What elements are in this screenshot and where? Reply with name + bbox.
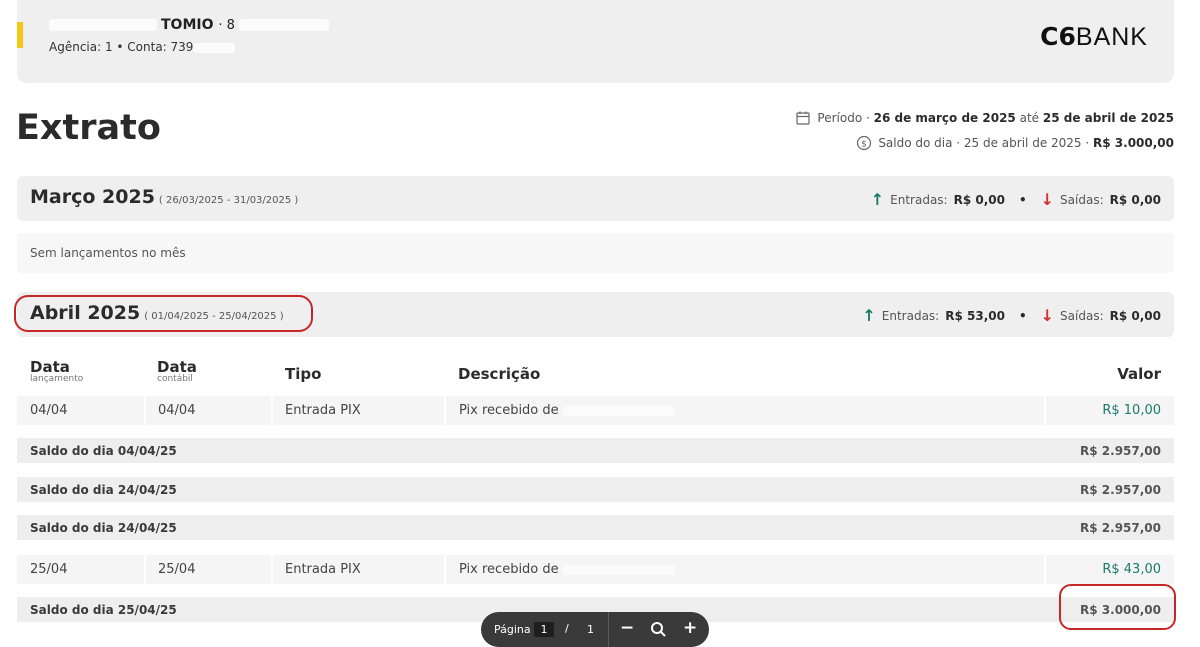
table-row: 04/04 04/04 Entrada PIX Pix recebido de …	[17, 396, 1174, 425]
column-divider	[144, 555, 146, 584]
redacted-area	[193, 42, 236, 53]
cell-tipo: Entrada PIX	[285, 403, 361, 418]
redacted-area	[49, 19, 157, 31]
cell-data-lancamento: 25/04	[30, 562, 68, 577]
pdf-page-toolbar: Página 1 / 1 − +	[481, 612, 709, 647]
column-header-tipo: Tipo	[285, 365, 322, 383]
column-header-data-contabil: Data contábil	[157, 358, 197, 384]
logo-bank: BANK	[1075, 23, 1148, 51]
c6-bank-logo: C6BANK	[1040, 22, 1148, 52]
coin-icon: $	[857, 135, 872, 151]
arrow-down-icon: ↓	[1040, 190, 1055, 209]
period-end: 25 de abril de 2025	[1042, 111, 1174, 125]
cell-valor: R$ 10,00	[1102, 403, 1161, 418]
table-row: 25/04 25/04 Entrada PIX Pix recebido de …	[17, 555, 1174, 584]
redacted-area	[238, 19, 329, 31]
balance-value: R$ 2.957,00	[1080, 444, 1161, 458]
period-start: 26 de março de 2025	[873, 111, 1016, 125]
account-info-text: Agência: 1 • Conta: 739	[49, 40, 194, 54]
svg-text:$: $	[861, 140, 867, 150]
page-separator: /	[565, 622, 569, 635]
balance-value: R$ 2.957,00	[1080, 521, 1161, 535]
zoom-in-button[interactable]: +	[683, 618, 697, 638]
entradas-value: R$ 0,00	[953, 192, 1005, 207]
balance-label: Saldo do dia 04/04/25	[30, 444, 177, 458]
saidas-value: R$ 0,00	[1109, 192, 1161, 207]
month-title: Março 2025( 26/03/2025 - 31/03/2025 )	[30, 186, 298, 208]
period-info: Período · 26 de março de 2025 até 25 de …	[795, 110, 1174, 126]
column-divider	[271, 396, 273, 425]
cell-tipo: Entrada PIX	[285, 562, 361, 577]
redacted-area	[562, 405, 675, 416]
descricao-text: Pix recebido de	[459, 403, 559, 418]
empty-month-row: Sem lançamentos no mês	[17, 233, 1174, 273]
column-divider	[444, 396, 446, 425]
column-divider	[444, 555, 446, 584]
daily-balance-row: Saldo do dia 04/04/25 R$ 2.957,00	[17, 438, 1174, 463]
account-holder-name: TOMIO · 8	[49, 17, 329, 33]
accent-bar	[17, 22, 23, 48]
page-title: Extrato	[16, 108, 161, 148]
redacted-area	[562, 564, 675, 575]
header-subtext: lançamento	[30, 374, 84, 384]
cell-descricao: Pix recebido de	[459, 403, 675, 418]
calendar-icon	[796, 111, 811, 125]
account-header: TOMIO · 8 Agência: 1 • Conta: 739 C6BANK	[17, 0, 1174, 83]
account-info: Agência: 1 • Conta: 739	[49, 40, 236, 54]
header-subtext: contábil	[157, 374, 193, 384]
zoom-out-button[interactable]: −	[620, 618, 634, 638]
balance-label: Saldo do dia 25/04/25	[30, 603, 177, 617]
annotation-circle	[1059, 584, 1176, 630]
annotation-circle	[14, 295, 313, 332]
cell-descricao: Pix recebido de	[459, 562, 675, 577]
month-name: Março 2025	[30, 186, 155, 208]
daily-balance-value: R$ 3.000,00	[1093, 136, 1174, 150]
separator-dot: •	[1018, 308, 1027, 323]
column-header-valor: Valor	[1117, 365, 1161, 383]
balance-label: Saldo do dia 24/04/25	[30, 483, 177, 497]
saidas-label: Saídas:	[1060, 308, 1104, 323]
zoom-search-icon[interactable]	[650, 621, 667, 638]
descricao-text: Pix recebido de	[459, 562, 559, 577]
arrow-up-icon: ↑	[862, 306, 876, 325]
holder-name-suffix: · 8	[218, 18, 235, 33]
saidas-value: R$ 0,00	[1109, 308, 1161, 323]
period-prefix: Período ·	[817, 111, 870, 125]
daily-balance-prefix: Saldo do dia · 25 de abril de 2025 ·	[878, 136, 1090, 150]
column-divider	[144, 396, 146, 425]
page-number-input[interactable]: 1	[534, 622, 554, 637]
column-divider	[271, 555, 273, 584]
cell-data-lancamento: 04/04	[30, 403, 68, 418]
saidas-label: Saídas:	[1060, 192, 1104, 207]
cell-data-contabil: 25/04	[158, 562, 196, 577]
holder-name-text: TOMIO	[161, 17, 214, 33]
logo-c6: C6	[1040, 22, 1076, 51]
page-label: Página	[494, 623, 531, 636]
daily-balance-row: Saldo do dia 24/04/25 R$ 2.957,00	[17, 477, 1174, 502]
daily-balance-row: Saldo do dia 24/04/25 R$ 2.957,00	[17, 515, 1174, 540]
arrow-down-icon: ↓	[1040, 306, 1055, 325]
balance-value: R$ 2.957,00	[1080, 483, 1161, 497]
entradas-value: R$ 53,00	[945, 308, 1005, 323]
cell-valor: R$ 43,00	[1102, 562, 1161, 577]
separator-dot: •	[1018, 192, 1027, 207]
entradas-label: Entradas:	[881, 308, 940, 323]
month-totals: ↑ Entradas: R$ 0,00 • ↓ Saídas: R$ 0,00	[871, 190, 1161, 209]
month-totals: ↑ Entradas: R$ 53,00 • ↓ Saídas: R$ 0,00	[862, 306, 1161, 325]
empty-month-text: Sem lançamentos no mês	[30, 246, 186, 260]
cell-data-contabil: 04/04	[158, 403, 196, 418]
entradas-label: Entradas:	[890, 192, 948, 207]
column-header-descricao: Descrição	[458, 365, 541, 383]
column-header-data-lancamento: Data lançamento	[30, 358, 83, 384]
toolbar-divider	[608, 612, 609, 647]
period-mid: até	[1019, 111, 1040, 125]
month-range: ( 26/03/2025 - 31/03/2025 )	[158, 195, 299, 206]
month-header-march: Março 2025( 26/03/2025 - 31/03/2025 ) ↑ …	[17, 176, 1174, 221]
daily-balance-info: $ Saldo do dia · 25 de abril de 2025 · R…	[856, 135, 1174, 151]
column-divider	[1044, 555, 1046, 584]
column-divider	[1044, 396, 1046, 425]
page-total: 1	[587, 623, 594, 636]
balance-label: Saldo do dia 24/04/25	[30, 521, 177, 535]
arrow-up-icon: ↑	[870, 190, 885, 209]
